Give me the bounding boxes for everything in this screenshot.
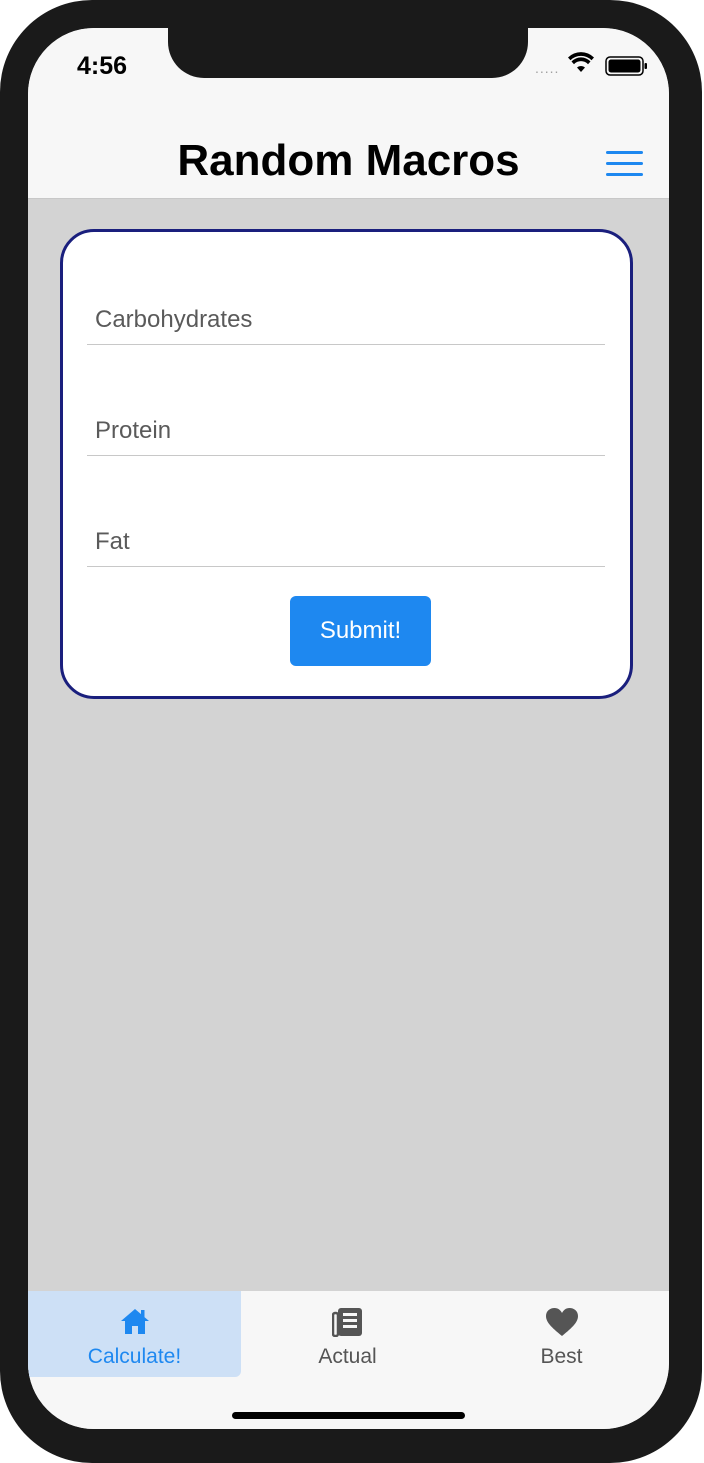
phone-frame: 4:56 ..... Random Macros Carbohydrates P… (0, 0, 702, 1463)
tab-best-label: Best (540, 1345, 583, 1368)
fat-field (87, 518, 605, 567)
tab-actual[interactable]: Actual (241, 1291, 454, 1377)
tab-best[interactable]: Best (455, 1291, 668, 1377)
app-screen: 4:56 ..... Random Macros Carbohydrates P… (28, 28, 669, 1429)
tab-calculate[interactable]: Calculate! (28, 1291, 241, 1377)
hamburger-menu-icon[interactable] (606, 151, 643, 176)
bottom-tab-bar: Calculate! Actual Best (28, 1291, 669, 1429)
battery-icon (605, 56, 647, 76)
wifi-icon (568, 52, 594, 72)
status-time: 4:56 (77, 52, 128, 80)
signal-icon: ..... (535, 60, 560, 76)
protein-field (87, 407, 605, 456)
fat-input[interactable] (87, 518, 605, 566)
newspaper-icon (331, 1308, 362, 1337)
page-title: Random Macros (177, 136, 520, 185)
carbohydrates-field (87, 296, 605, 345)
header-bar: 4:56 ..... Random Macros (28, 28, 669, 199)
carbohydrates-input[interactable] (87, 296, 605, 344)
protein-input[interactable] (87, 407, 605, 455)
submit-button[interactable]: Submit! (290, 596, 431, 666)
tab-calculate-label: Calculate! (87, 1345, 182, 1368)
home-indicator[interactable] (232, 1412, 465, 1419)
macros-form-card: Submit! (60, 229, 633, 699)
tab-actual-label: Actual (318, 1345, 377, 1368)
device-notch (168, 28, 528, 78)
home-icon (120, 1309, 149, 1334)
heart-icon (545, 1308, 578, 1336)
